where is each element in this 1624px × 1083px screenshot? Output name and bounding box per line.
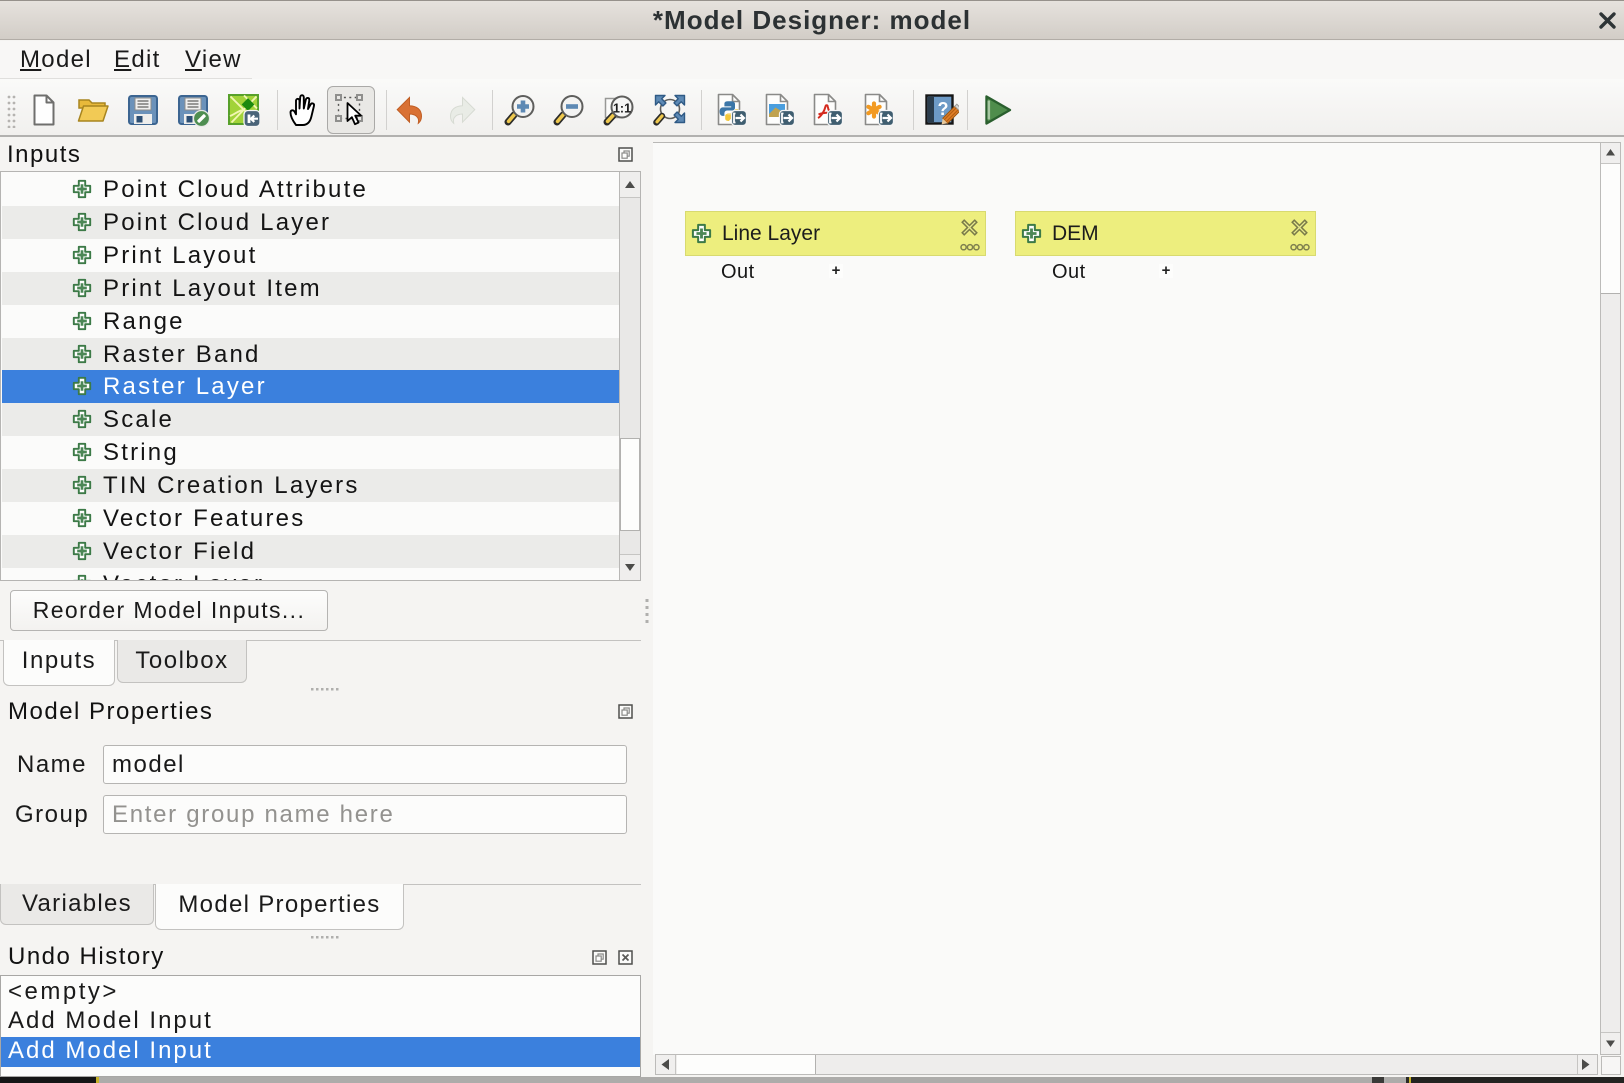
svg-text:1:1: 1:1 [613,102,631,116]
